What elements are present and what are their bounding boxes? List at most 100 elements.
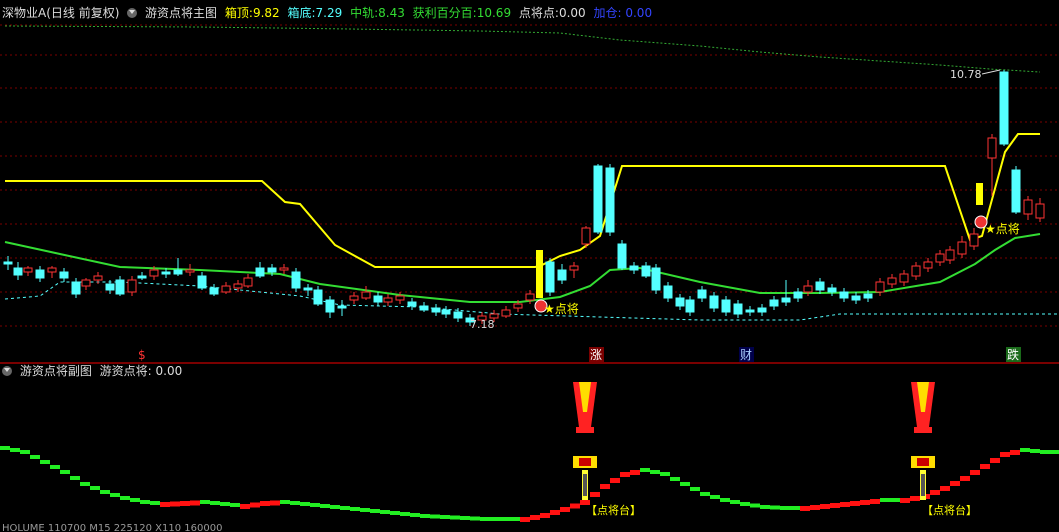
- candle[interactable]: [757, 307, 767, 313]
- candle[interactable]: [641, 265, 651, 277]
- event-label-4[interactable]: 跌: [1007, 347, 1019, 362]
- oscillator-block: [20, 450, 30, 454]
- candle[interactable]: [557, 269, 567, 281]
- candle[interactable]: [969, 233, 979, 247]
- candle[interactable]: [407, 301, 417, 307]
- candle[interactable]: [313, 289, 323, 305]
- candle[interactable]: [545, 261, 555, 293]
- candle[interactable]: [47, 267, 57, 273]
- event-label-1[interactable]: $: [138, 348, 146, 362]
- candle[interactable]: [71, 281, 81, 295]
- candle[interactable]: [651, 267, 661, 291]
- oscillator-block: [140, 500, 150, 504]
- candle[interactable]: [685, 299, 695, 313]
- candle[interactable]: [839, 291, 849, 299]
- event-label-3[interactable]: 财: [740, 348, 752, 362]
- candle[interactable]: [697, 289, 707, 299]
- candle[interactable]: [137, 275, 147, 279]
- oscillator-block: [330, 505, 340, 509]
- candle[interactable]: [209, 287, 219, 295]
- candle[interactable]: [999, 71, 1009, 145]
- candle[interactable]: [887, 277, 897, 285]
- candle[interactable]: [629, 265, 639, 271]
- candle[interactable]: [793, 291, 803, 299]
- candle[interactable]: [453, 311, 463, 319]
- candle[interactable]: [911, 265, 921, 277]
- candle[interactable]: [185, 269, 195, 273]
- candle[interactable]: [35, 269, 45, 279]
- candle[interactable]: [105, 283, 115, 291]
- candle[interactable]: [663, 285, 673, 299]
- oscillator-block: [310, 503, 320, 507]
- oscillator-block: [880, 498, 890, 502]
- candle[interactable]: [581, 227, 591, 245]
- candle[interactable]: [569, 265, 579, 271]
- sub-chart[interactable]: 【点将台】 【点将台】 HOLUME 110700 M15 225120 X11…: [0, 364, 1059, 532]
- candle[interactable]: [161, 271, 171, 275]
- candle[interactable]: [851, 295, 861, 301]
- candle[interactable]: [303, 287, 313, 291]
- candle[interactable]: [501, 309, 511, 317]
- candle[interactable]: [769, 299, 779, 307]
- candle[interactable]: [987, 137, 997, 159]
- candle[interactable]: [59, 271, 69, 279]
- candle[interactable]: [115, 279, 125, 295]
- candle[interactable]: [1035, 203, 1045, 219]
- candle[interactable]: [745, 309, 755, 313]
- oscillator-block: [840, 502, 850, 507]
- candle[interactable]: [431, 307, 441, 313]
- candle[interactable]: [349, 295, 359, 301]
- candle[interactable]: [419, 305, 429, 311]
- candle[interactable]: [373, 295, 383, 303]
- candle[interactable]: [605, 167, 615, 233]
- oscillator-block: [480, 517, 490, 521]
- candle[interactable]: [23, 267, 33, 273]
- candle[interactable]: [1011, 169, 1021, 213]
- candle[interactable]: [233, 283, 243, 289]
- candle[interactable]: [1023, 199, 1033, 215]
- candle[interactable]: [899, 273, 909, 283]
- oscillator-block: [990, 458, 1000, 463]
- candle[interactable]: [525, 293, 535, 301]
- candle[interactable]: [267, 267, 277, 273]
- candle[interactable]: [957, 241, 967, 255]
- candle[interactable]: [803, 285, 813, 293]
- candle[interactable]: [149, 269, 159, 277]
- candle[interactable]: [923, 261, 933, 269]
- candle[interactable]: [709, 295, 719, 309]
- candle[interactable]: [721, 299, 731, 313]
- candle[interactable]: [395, 295, 405, 301]
- candle[interactable]: [279, 267, 289, 271]
- candle[interactable]: [815, 281, 825, 291]
- candle[interactable]: [93, 275, 103, 281]
- candle[interactable]: [875, 281, 885, 293]
- candle[interactable]: [81, 279, 91, 287]
- candle[interactable]: [3, 261, 13, 265]
- candle[interactable]: [383, 297, 393, 303]
- candle[interactable]: [197, 275, 207, 289]
- candle[interactable]: [255, 267, 265, 277]
- candle[interactable]: [733, 303, 743, 315]
- candle[interactable]: [127, 279, 137, 293]
- candle[interactable]: [513, 303, 523, 309]
- candle[interactable]: [243, 277, 253, 287]
- candle[interactable]: [781, 297, 791, 303]
- candle[interactable]: [593, 165, 603, 233]
- candle[interactable]: [827, 287, 837, 293]
- event-label-2[interactable]: 涨: [590, 347, 602, 362]
- candle[interactable]: [863, 293, 873, 299]
- oscillator-block: [780, 506, 790, 510]
- candle[interactable]: [617, 243, 627, 269]
- candle[interactable]: [13, 267, 23, 276]
- candle[interactable]: [935, 253, 945, 263]
- candle[interactable]: [441, 309, 451, 315]
- main-chart[interactable]: ★点将 ★点将 10.78 7.18 $ 涨 财 跌: [0, 0, 1059, 362]
- candle[interactable]: [221, 285, 231, 293]
- candle[interactable]: [173, 269, 183, 275]
- candle[interactable]: [675, 297, 685, 307]
- candle[interactable]: [325, 299, 335, 313]
- candle[interactable]: [291, 271, 301, 289]
- candle[interactable]: [361, 291, 371, 299]
- candle[interactable]: [337, 305, 347, 309]
- candle[interactable]: [945, 249, 955, 261]
